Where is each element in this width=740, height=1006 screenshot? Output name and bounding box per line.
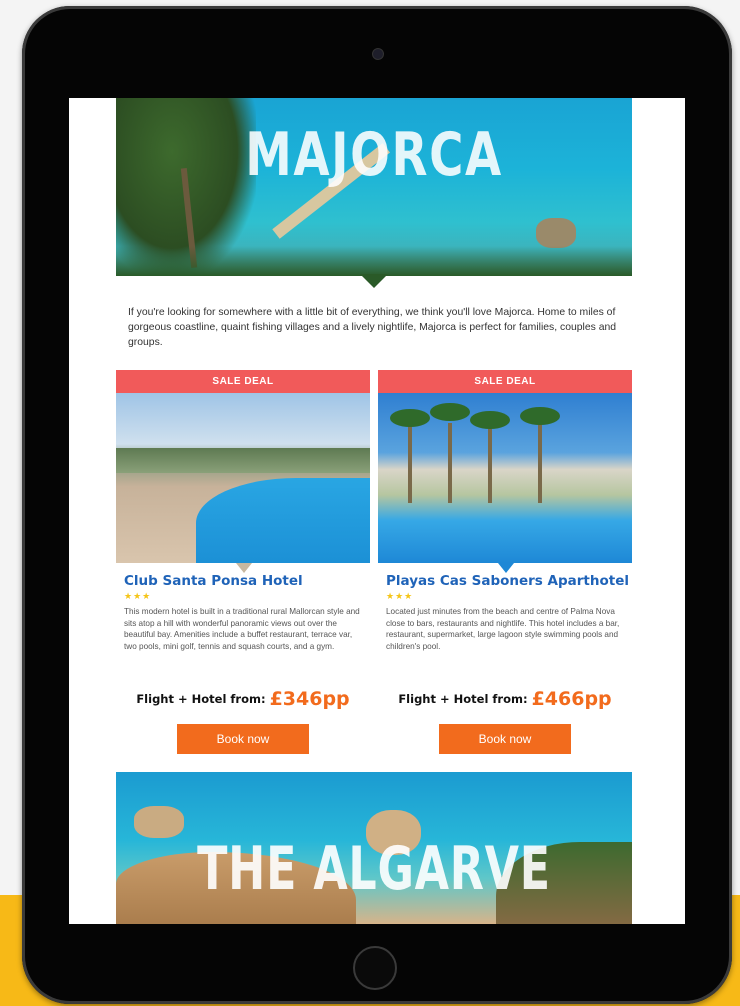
destination-title: MAJORCA [245, 120, 503, 190]
home-button[interactable] [353, 946, 397, 990]
star-rating: ★★★ [386, 591, 414, 601]
photo-pointer [236, 563, 252, 573]
hotel-photo[interactable] [378, 393, 632, 563]
hotel-name-link[interactable]: Club Santa Ponsa Hotel [124, 573, 370, 589]
destination-intro: If you're looking for somewhere with a l… [128, 307, 617, 348]
camera-icon [372, 48, 384, 60]
sale-badge: SALE DEAL [116, 370, 370, 393]
hotel-name-link[interactable]: Playas Cas Saboners Aparthotel [386, 573, 632, 589]
book-now-button[interactable]: Book now [439, 724, 571, 754]
price-label: Flight + Hotel from: [136, 692, 266, 706]
price-row: Flight + Hotel from: £346pp [116, 688, 370, 710]
sale-badge: SALE DEAL [378, 370, 632, 393]
algarve-hero-image: THE ALGARVE [116, 772, 632, 924]
hotel-card: SALE DEAL Club Santa Ponsa Hotel ★★★ Thi… [116, 370, 370, 754]
hero-pointer [360, 274, 388, 288]
price-value: £346pp [269, 688, 350, 710]
price-row: Flight + Hotel from: £466pp [378, 688, 632, 710]
tablet-device: MAJORCA If you're looking for somewhere … [22, 6, 732, 1004]
star-rating: ★★★ [124, 591, 152, 601]
majorca-hero-image: MAJORCA [116, 98, 632, 276]
email-content: MAJORCA If you're looking for somewhere … [116, 98, 632, 924]
hotel-card: SALE DEAL Playas Cas Saboners Aparthotel… [378, 370, 632, 754]
photo-pointer [498, 563, 514, 573]
destination-title: THE ALGARVE [197, 834, 551, 904]
hotel-description: This modern hotel is built in a traditio… [124, 607, 360, 651]
price-label: Flight + Hotel from: [398, 692, 528, 706]
hotel-description: Located just minutes from the beach and … [386, 607, 620, 651]
tablet-screen: MAJORCA If you're looking for somewhere … [69, 98, 685, 924]
hotel-photo[interactable] [116, 393, 370, 563]
book-now-button[interactable]: Book now [177, 724, 309, 754]
price-value: £466pp [531, 688, 612, 710]
